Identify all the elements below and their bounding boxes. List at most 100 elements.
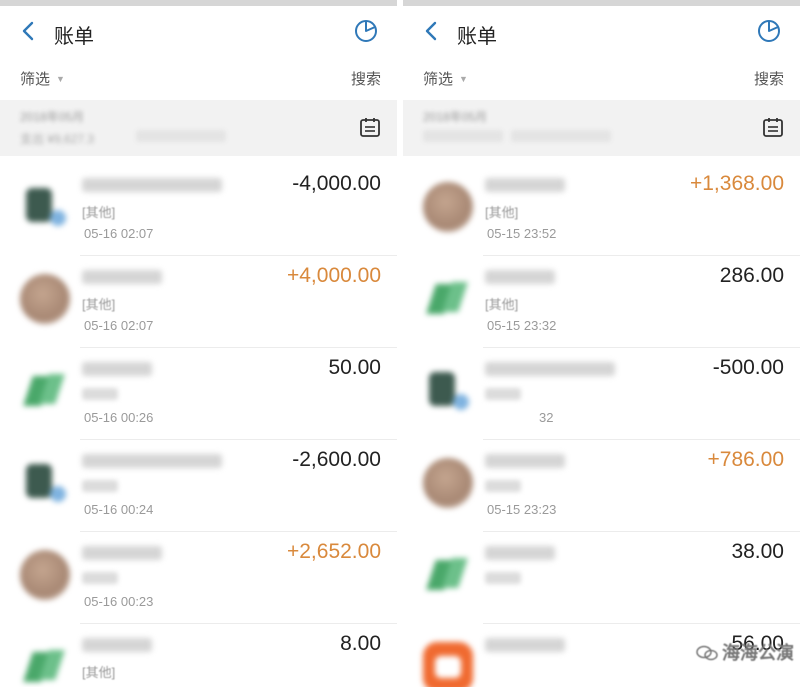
avatar [20,274,70,324]
payee-name-blurred [82,270,162,284]
summary-expense: 支出 ¥9,627.3 [20,132,95,146]
transaction-time: 05-16 00:26 [84,410,154,425]
transaction-time: 05-15 23:23 [487,502,557,517]
chevron-left-icon[interactable] [18,20,40,42]
avatar [423,458,473,508]
month-summary: 2018年05月 支出 ¥9,627.3 [0,100,397,156]
transaction-row[interactable]: [其他] 8.00 [0,624,397,687]
category-blurred [485,480,521,492]
payee-name-blurred [485,638,565,652]
transaction-amount: 50.00 [328,356,381,379]
category-label: [其他] [485,297,519,312]
avatar [20,182,70,232]
summary-income-blurred [511,130,611,142]
watermark-text: 海海公演 [722,643,794,663]
transaction-time: 32 [539,410,554,425]
transaction-amount: -500.00 [712,356,784,379]
avatar [20,642,70,687]
month-summary: 2018年05月 [403,100,800,156]
transaction-list: [其他] 05-15 23:52 +1,368.00 [其他] 05-15 23… [403,164,800,687]
transaction-row[interactable]: 05-15 23:23 +786.00 [403,440,800,532]
avatar [20,550,70,600]
transaction-row[interactable]: 38.00 [403,532,800,624]
payee-name-blurred [82,546,162,560]
summary-month: 2018年05月 [423,110,488,124]
payee-name-blurred [485,546,555,560]
transaction-row[interactable]: 05-16 00:23 +2,652.00 [0,532,397,624]
app-header: 账单 [0,6,397,58]
search-button[interactable]: 搜索 [351,68,381,89]
chevron-left-icon[interactable] [421,20,443,42]
category-blurred [82,572,118,584]
transaction-amount: 8.00 [340,632,381,655]
search-button[interactable]: 搜索 [754,68,784,89]
transaction-time: 05-16 02:07 [84,226,154,241]
calendar-icon[interactable] [359,116,381,138]
page-title: 账单 [457,26,497,48]
page-title: 账单 [54,26,94,48]
transaction-amount: +2,652.00 [286,540,381,563]
category-blurred [485,388,521,400]
transaction-time: 05-16 00:23 [84,594,154,609]
screenshot-pair: 账单 筛选 ▼ 搜索 2018年05月 支出 ¥9,627.3 [其他] 05-… [0,0,800,687]
payee-name-blurred [485,362,615,376]
transaction-amount: -4,000.00 [292,172,381,195]
avatar [423,182,473,232]
pie-chart-icon[interactable] [756,18,782,44]
wechat-icon [696,645,718,661]
payee-name-blurred [485,270,555,284]
avatar [423,274,473,324]
bill-panel-left: 账单 筛选 ▼ 搜索 2018年05月 支出 ¥9,627.3 [其他] 05-… [0,0,397,687]
transaction-time: 05-16 02:07 [84,318,154,333]
transaction-row[interactable]: 32 -500.00 [403,348,800,440]
transaction-row[interactable]: 05-16 00:26 50.00 [0,348,397,440]
payee-name-blurred [82,454,222,468]
payee-name-blurred [82,362,152,376]
calendar-icon[interactable] [762,116,784,138]
avatar [20,458,70,508]
transaction-amount: +4,000.00 [286,264,381,287]
payee-name-blurred [82,638,152,652]
transaction-time: 05-15 23:32 [487,318,557,333]
payee-name-blurred [485,178,565,192]
transaction-time: 05-15 23:52 [487,226,557,241]
summary-income-blurred [136,130,226,142]
transaction-time: 05-16 00:24 [84,502,154,517]
category-blurred [82,480,118,492]
category-label: [其他] [82,297,116,312]
transaction-row[interactable]: 05-16 00:24 -2,600.00 [0,440,397,532]
bill-panel-right: 账单 筛选 ▼ 搜索 2018年05月 [其他] 05-15 23:52 +1,… [403,0,800,687]
avatar [423,366,473,416]
filter-label: 筛选 [20,71,51,88]
avatar [423,642,473,687]
transaction-row[interactable]: [其他] 05-15 23:52 +1,368.00 [403,164,800,256]
transaction-amount: +786.00 [707,448,785,471]
transaction-list: [其他] 05-16 02:07 -4,000.00 [其他] 05-16 02… [0,164,397,687]
summary-month: 2018年05月 [20,110,85,124]
transaction-amount: +1,368.00 [689,172,784,195]
filter-row: 筛选 ▼ 搜索 [403,62,800,96]
category-label: [其他] [485,205,519,220]
filter-dropdown[interactable]: 筛选 ▼ [423,68,468,89]
filter-label: 筛选 [423,71,454,88]
transaction-amount: -2,600.00 [292,448,381,471]
caret-down-icon: ▼ [459,74,468,84]
category-blurred [485,572,521,584]
transaction-row[interactable]: [其他] 05-16 02:07 +4,000.00 [0,256,397,348]
pie-chart-icon[interactable] [353,18,379,44]
caret-down-icon: ▼ [56,74,65,84]
avatar [20,366,70,416]
filter-dropdown[interactable]: 筛选 ▼ [20,68,65,89]
filter-row: 筛选 ▼ 搜索 [0,62,397,96]
avatar [423,550,473,600]
transaction-row[interactable]: [其他] 05-15 23:32 286.00 [403,256,800,348]
category-label: [其他] [82,665,116,680]
transaction-amount: 286.00 [719,264,784,287]
payee-name-blurred [485,454,565,468]
summary-expense-blurred [423,130,503,142]
transaction-row[interactable]: [其他] 05-16 02:07 -4,000.00 [0,164,397,256]
app-header: 账单 [403,6,800,58]
category-label: [其他] [82,205,116,220]
transaction-amount: 38.00 [731,540,784,563]
payee-name-blurred [82,178,222,192]
